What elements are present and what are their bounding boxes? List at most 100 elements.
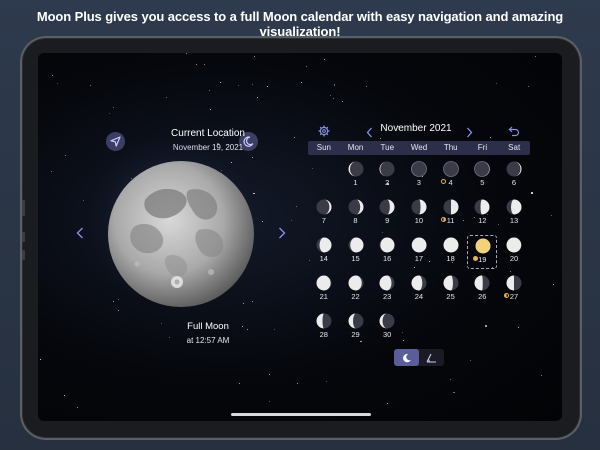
star: [50, 170, 52, 172]
app-screen: Current Location November 19, 2021 Full …: [38, 53, 562, 421]
star: [82, 199, 84, 201]
star: [305, 65, 308, 68]
star: [386, 402, 388, 404]
day-cell[interactable]: 5: [467, 159, 497, 193]
day-number: 18: [446, 254, 455, 263]
chevron-left-icon: [76, 227, 83, 239]
chevron-right-icon: [279, 227, 286, 239]
weekday-label: Tue: [380, 143, 395, 152]
star: [208, 90, 210, 92]
day-cell[interactable]: 16: [372, 235, 402, 269]
star: [238, 382, 240, 384]
phase-marker-quarter: [440, 217, 446, 222]
star: [291, 219, 293, 221]
day-cell[interactable]: 14: [309, 235, 339, 269]
prev-moon-button[interactable]: [76, 227, 84, 243]
star: [450, 379, 452, 381]
star: [112, 106, 114, 108]
sun-angle-icon: [426, 353, 436, 363]
star: [325, 380, 327, 382]
star: [496, 83, 498, 85]
settings-button[interactable]: [318, 122, 330, 141]
promo-headline: Moon Plus gives you access to a full Moo…: [36, 9, 564, 39]
gear-icon: [318, 125, 330, 137]
undo-arrow-icon: [508, 126, 520, 137]
star: [323, 59, 325, 61]
day-cell[interactable]: 21: [309, 273, 339, 307]
weekday-header: Sun Mon Tue Wed Thu Fri Sat: [308, 141, 530, 155]
day-cell[interactable]: 24: [404, 273, 434, 307]
star: [52, 75, 54, 77]
next-month-button[interactable]: [466, 123, 473, 142]
day-cell[interactable]: 13: [499, 197, 529, 231]
star: [550, 215, 552, 217]
day-cell[interactable]: 9: [372, 197, 402, 231]
day-number: 10: [414, 216, 424, 225]
day-cell[interactable]: 2: [372, 159, 402, 193]
day-cell[interactable]: 17: [404, 235, 434, 269]
star: [268, 400, 270, 402]
day-cell[interactable]: 6: [499, 159, 529, 193]
star: [268, 374, 270, 376]
day-number: 3: [416, 178, 421, 187]
moon-view-tab[interactable]: [394, 349, 419, 366]
day-number: 11: [446, 216, 455, 225]
star: [296, 205, 298, 207]
star: [118, 310, 120, 312]
day-cell[interactable]: 7: [309, 197, 339, 231]
star: [297, 382, 299, 384]
day-number: 28: [319, 330, 328, 339]
weekday-label: Wed: [410, 143, 428, 152]
day-number: 25: [446, 292, 455, 301]
day-cell[interactable]: 20: [499, 235, 529, 269]
star: [262, 220, 264, 222]
home-indicator[interactable]: [231, 413, 371, 416]
day-cell[interactable]: 29: [341, 311, 371, 345]
day-number: 17: [414, 254, 424, 263]
day-number: 21: [319, 292, 328, 301]
day-cell[interactable]: 11: [436, 197, 466, 231]
star: [485, 325, 487, 327]
side-button: [22, 250, 25, 260]
day-cell[interactable]: 8: [341, 197, 371, 231]
day-cell[interactable]: 15: [341, 235, 371, 269]
day-cell[interactable]: 28: [309, 311, 339, 345]
star: [329, 95, 331, 97]
day-number: 12: [478, 216, 487, 225]
star: [453, 391, 455, 394]
today-button[interactable]: [508, 122, 520, 141]
day-cell[interactable]: 26: [467, 273, 497, 307]
sun-angle-tab[interactable]: [419, 349, 444, 366]
day-cell[interactable]: 23: [372, 273, 402, 307]
side-button: [22, 232, 25, 242]
day-cell[interactable]: 4: [436, 159, 466, 193]
day-cell[interactable]: 1: [341, 159, 371, 193]
star: [39, 359, 41, 361]
day-number: 1: [353, 178, 358, 187]
day-cell[interactable]: 22: [341, 273, 371, 307]
day-number: 2: [385, 178, 390, 187]
day-cell[interactable]: 12: [467, 197, 497, 231]
day-number: 14: [319, 254, 328, 263]
star: [252, 84, 254, 86]
location-arrow-icon: [110, 136, 121, 147]
day-number: 9: [385, 216, 390, 225]
view-toggle[interactable]: [394, 349, 444, 366]
day-number: 30: [383, 330, 392, 339]
day-cell[interactable]: 25: [436, 273, 466, 307]
star: [293, 136, 295, 138]
day-number: 29: [351, 330, 360, 339]
day-cell[interactable]: 10: [404, 197, 434, 231]
day-cell[interactable]: 27: [499, 273, 529, 307]
day-cell[interactable]: 3: [404, 159, 434, 193]
star: [257, 96, 259, 98]
star: [333, 83, 336, 86]
day-number: 16: [383, 254, 392, 263]
weekday-label: Sat: [508, 143, 521, 152]
next-moon-button[interactable]: [278, 227, 286, 243]
day-cell[interactable]: 30: [372, 311, 402, 345]
location-button[interactable]: [106, 132, 125, 151]
day-cell-selected[interactable]: 19: [467, 235, 498, 269]
star: [204, 63, 206, 65]
day-cell[interactable]: 18: [436, 235, 466, 269]
